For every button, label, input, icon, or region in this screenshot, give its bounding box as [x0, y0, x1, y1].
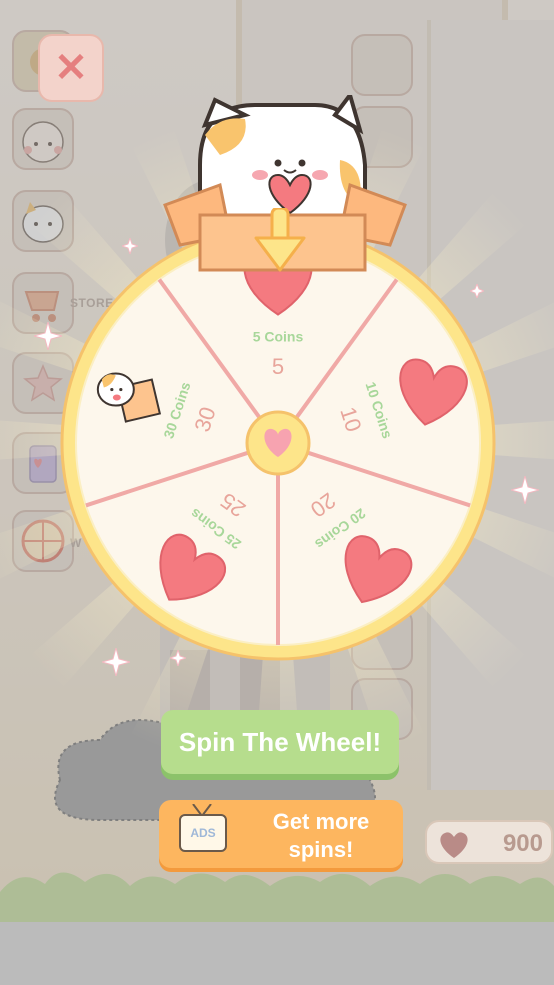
hearts-count: 900 [502, 830, 543, 857]
prize-wheel[interactable]: 5 Coins510 Coins1020 Coins2025 Coins2530… [60, 225, 496, 661]
hearts-counter: 900 [425, 820, 553, 864]
spin-wheel-button[interactable]: Spin The Wheel! [161, 710, 399, 774]
get-more-spins-label: Get more spins! [251, 808, 391, 864]
wheel-pointer-icon [254, 208, 306, 272]
get-more-spins-button[interactable]: ADS Get more spins! [159, 800, 403, 868]
segment-number-label: 5 [272, 354, 284, 379]
close-icon: ✕ [54, 46, 88, 90]
heart-icon [440, 832, 468, 858]
tv-ads-icon: ADS [179, 814, 227, 852]
ads-label-line1: Get more [272, 809, 370, 834]
segment-coins-label: 5 Coins [253, 329, 304, 345]
close-button[interactable]: ✕ [38, 34, 104, 102]
sparkle-icon [511, 476, 539, 504]
ads-label-line2: spins! [288, 837, 354, 862]
game-scene: STORE W ✕ 5 Coins 5 10 Coins 10 20 Coins… [0, 0, 554, 985]
sparkle-icon [34, 322, 62, 350]
